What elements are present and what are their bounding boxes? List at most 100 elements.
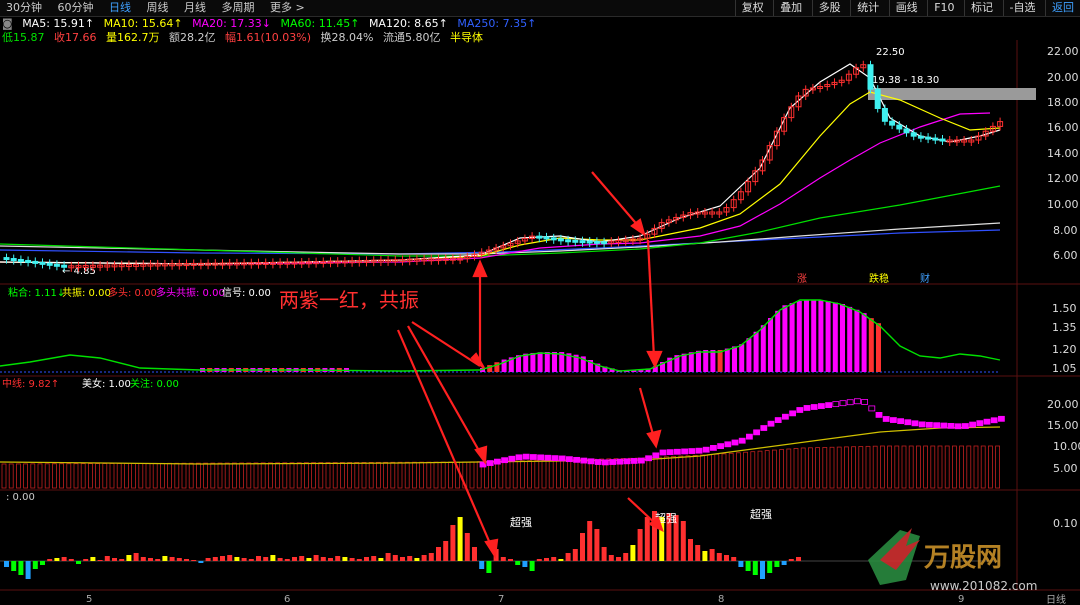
magenta-box: [782, 413, 789, 420]
magenta-box: [717, 443, 724, 450]
volume-bar: [361, 462, 367, 489]
volume-bar: [829, 446, 835, 489]
ind1-tick: 1.50: [1052, 302, 1077, 315]
kline-chart-canvas[interactable]: 22.00 20.00 18.00 16.00 14.00 12.00 10.0…: [0, 0, 1080, 605]
volume-bar: [8, 463, 14, 489]
volume-bar: [375, 461, 381, 489]
histogram-bar: [54, 558, 60, 561]
histogram-bar: [83, 559, 89, 561]
candle-body: [889, 120, 896, 126]
histogram-bar: [630, 545, 636, 561]
candle-body: [53, 263, 60, 267]
histogram-bar: [428, 553, 434, 561]
histogram-bar: [479, 561, 485, 569]
ind1-bar: [739, 344, 745, 372]
volume-bar: [73, 463, 79, 489]
histogram-bar: [378, 558, 384, 561]
price-tick: 16.00: [1047, 121, 1079, 134]
volume-bar: [851, 446, 856, 489]
histogram-bar: [25, 561, 31, 579]
ind2-legend: 中线: 9.82↑ 美女: 1.00 关注: 0.00: [2, 377, 179, 390]
volume-bar: [397, 461, 403, 489]
histogram-bar: [342, 557, 348, 561]
ind1-bar: [847, 306, 853, 372]
magenta-box: [695, 447, 703, 454]
candle-body: [46, 262, 53, 266]
ind1-bar: [861, 313, 867, 372]
volume-bar: [880, 445, 885, 489]
histogram-bar: [457, 517, 463, 561]
volume-bar: [721, 453, 727, 489]
volume-bar: [23, 463, 29, 489]
histogram-bar: [752, 561, 758, 575]
magenta-box: [998, 415, 1005, 422]
histogram-bar: [407, 556, 413, 561]
histogram-bar: [623, 553, 629, 561]
ma60-line: [0, 185, 1001, 257]
magenta-box: [868, 405, 876, 412]
magenta-box: [832, 401, 840, 408]
watermark-url: www.201082.com: [930, 579, 1037, 593]
histogram-bar: [421, 555, 427, 561]
volume-bar: [116, 463, 122, 489]
volume-bar: [692, 454, 698, 489]
magenta-box: [774, 417, 782, 423]
volume-bar: [700, 454, 705, 489]
histogram-bar: [104, 556, 110, 561]
histogram-bar: [716, 553, 722, 561]
histogram-bar: [788, 559, 794, 561]
magenta-box: [897, 418, 904, 425]
ind1-bar: [681, 353, 687, 372]
volume-bar: [289, 462, 295, 489]
arrow-line: [638, 387, 656, 439]
ind1-bar: [868, 318, 874, 372]
ind1-label-gongzhen: 共振: 0.00: [62, 286, 111, 299]
ind3-tick: 0.10: [1053, 517, 1078, 530]
ind1-bar: [876, 323, 881, 372]
volume-bar: [563, 459, 568, 489]
ind1-label-signal: 信号: 0.00: [222, 287, 271, 299]
magenta-box: [508, 455, 516, 462]
date-axis: 5 6 7 8 9: [86, 594, 964, 605]
histogram-bar: [724, 555, 729, 561]
magenta-box: [767, 420, 775, 427]
tag-finance: 财: [920, 272, 930, 285]
volume-bar: [664, 456, 669, 489]
histogram-bar: [205, 558, 211, 561]
magenta-box: [594, 459, 602, 465]
volume-bar: [109, 463, 115, 489]
candle-body: [874, 88, 881, 109]
candle-body: [32, 260, 39, 264]
volume-bar: [973, 445, 979, 489]
ind2-magenta-boxes: [479, 398, 1005, 468]
arrow-head: [646, 429, 662, 449]
volume-bar: [714, 453, 720, 489]
ind1-bar: [530, 352, 536, 372]
ind1-bar: [818, 300, 824, 372]
magenta-box: [688, 448, 696, 454]
ind1-label-duotou-gongzhen: 多头共振: 0.00: [156, 286, 225, 299]
volume-bar: [815, 447, 820, 489]
volume-bar: [303, 462, 309, 489]
histogram-bar: [47, 559, 53, 561]
volume-bar: [736, 452, 741, 489]
ind1-bar: [717, 350, 723, 372]
volume-bar: [512, 460, 518, 489]
histogram-bar: [637, 529, 643, 561]
histogram-bar: [18, 561, 24, 575]
histogram-bar: [97, 560, 103, 561]
ind1-bar: [544, 352, 550, 372]
histogram-bar: [335, 556, 341, 561]
magenta-box: [544, 454, 552, 461]
ind1-label-duotou: 多头: 0.00: [108, 286, 157, 299]
volume-bar: [368, 461, 374, 489]
histogram-bar: [464, 533, 470, 561]
volume-bar: [275, 462, 281, 489]
histogram-bar: [781, 561, 787, 565]
histogram-bar: [256, 556, 261, 561]
arrow-line: [591, 171, 641, 229]
histogram-bar: [126, 555, 132, 561]
histogram-bar: [68, 559, 74, 561]
volume-bar: [325, 462, 331, 489]
volume-bar: [534, 460, 540, 489]
